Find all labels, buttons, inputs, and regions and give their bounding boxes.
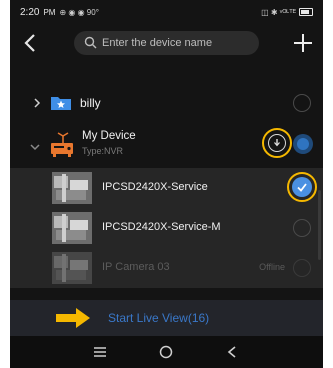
group-label: billy [80,96,101,110]
app-screen: 2:20 PM ⊕ ◉ ◉ 90° ◫ ✱ ᵛᴼᴸᵀᴱ Enter the dev… [10,0,323,368]
plus-icon [294,34,312,52]
nvr-device-icon [51,132,73,157]
camera-row[interactable]: IPCSD2420X-Service-M [10,208,323,248]
search-input[interactable]: Enter the device name [74,31,259,55]
group-row-billy[interactable]: billy [10,90,323,116]
status-bar: 2:20 PM ⊕ ◉ ◉ 90° ◫ ✱ ᵛᴼᴸᵀᴱ [10,0,323,24]
status-left: 2:20 PM ⊕ ◉ ◉ 90° [20,7,99,18]
camera-thumbnail [52,172,92,204]
status-time: 2:20 [20,6,40,18]
system-icons: ◫ ✱ ᵛᴼᴸᵀᴱ [261,7,296,17]
chevron-left-icon [24,34,35,52]
camera-row[interactable]: IPCSD2420X-Service [10,168,323,208]
live-view-label: Start Live View(16) [108,311,210,325]
menu-lines-icon [94,347,106,357]
chevron-right-icon [34,98,41,108]
camera-thumbnail [52,252,92,284]
group-label: My Device [82,130,136,142]
group-select-radio[interactable] [293,94,311,112]
camera-select-radio[interactable] [293,259,311,277]
back-button[interactable] [18,29,42,57]
status-meridiem: PM [43,7,56,17]
camera-label: IPCSD2420X-Service [102,181,208,193]
camera-label: IP Camera 03 [102,261,170,273]
home-button[interactable] [156,342,176,362]
add-device-button[interactable] [289,29,317,57]
system-back-button[interactable] [222,342,242,362]
offline-status: Offline [259,262,285,272]
status-right: ◫ ✱ ᵛᴼᴸᵀᴱ [261,8,313,17]
info-glyph-icon [274,139,280,147]
partial-select-dot [297,138,309,150]
device-select-radio[interactable] [293,134,313,154]
arrow-right-icon [56,308,90,328]
scrollbar[interactable] [318,190,321,260]
camera-thumbnail [52,212,92,244]
search-placeholder: Enter the device name [102,37,213,49]
system-navigation-bar [10,336,323,368]
group-row-my-device[interactable]: My Device Type:NVR [10,124,323,168]
camera-row[interactable]: IP Camera 03 Offline [10,248,323,288]
battery-icon [299,8,313,16]
camera-label: IPCSD2420X-Service-M [102,221,221,233]
home-circle-icon [159,345,173,359]
header-bar: Enter the device name [10,26,323,60]
group-sublabel: Type:NVR [82,146,124,156]
camera-select-radio[interactable] [293,219,311,237]
folder-star-icon [51,97,71,110]
camera-select-checkbox[interactable] [287,172,317,202]
device-info-button[interactable] [262,128,292,158]
search-icon [84,36,97,49]
info-circle-icon [268,134,286,152]
start-live-view-button[interactable]: Start Live View(16) [10,300,323,336]
notification-icons: ⊕ ◉ ◉ 90° [59,7,99,17]
chevron-left-icon [227,346,236,358]
recents-button[interactable] [90,342,110,362]
checkmark-icon [292,177,312,197]
chevron-down-icon [30,144,40,151]
